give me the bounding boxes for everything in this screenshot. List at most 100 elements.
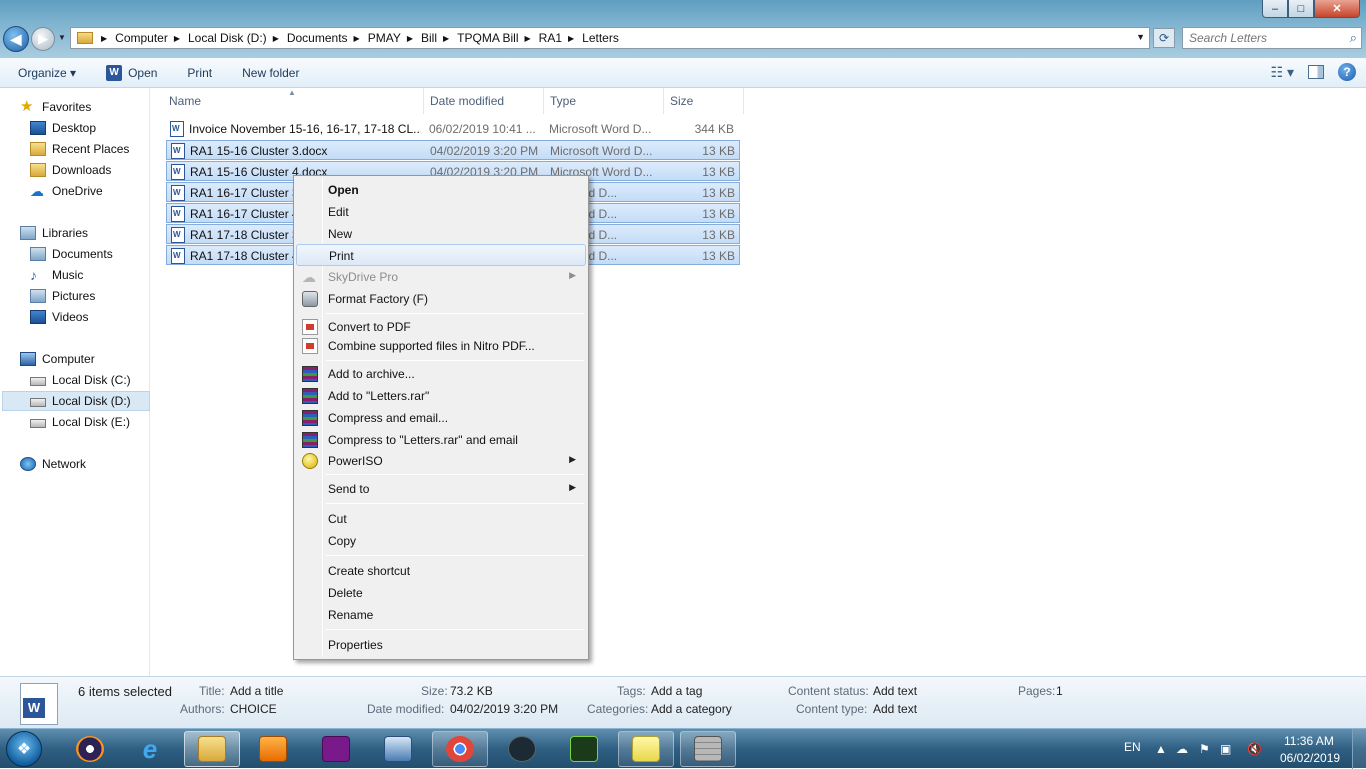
taskbar-firewall-app[interactable]: [680, 731, 736, 767]
column-divider[interactable]: [543, 88, 544, 114]
menu-format-factory[interactable]: Format Factory (F): [296, 288, 586, 310]
menu-poweriso[interactable]: PowerISO ▶: [296, 450, 586, 472]
content-type-value[interactable]: Add text: [873, 702, 917, 716]
close-button[interactable]: ✕: [1314, 0, 1360, 18]
column-divider[interactable]: [423, 88, 424, 114]
taskbar-media-player[interactable]: [245, 731, 301, 767]
menu-open[interactable]: Open: [296, 179, 586, 201]
taskbar-sticky-notes[interactable]: [618, 731, 674, 767]
menu-cut[interactable]: Cut: [296, 508, 586, 530]
breadcrumb-pmay[interactable]: PMAY: [368, 31, 401, 45]
menu-add-to-letters-rar[interactable]: Add to "Letters.rar": [296, 385, 586, 407]
taskbar-stock-app[interactable]: [308, 731, 364, 767]
column-header-size[interactable]: Size: [670, 94, 693, 108]
menu-combine-nitro-pdf[interactable]: Combine supported files in Nitro PDF...: [296, 335, 586, 357]
nav-network[interactable]: Network: [20, 454, 86, 474]
help-icon[interactable]: ?: [1338, 63, 1356, 81]
taskbar-android-studio[interactable]: [556, 731, 612, 767]
show-desktop-button[interactable]: [1352, 729, 1366, 769]
clock-time[interactable]: 11:36 AM: [1284, 734, 1334, 748]
organize-button[interactable]: Organize ▾: [18, 66, 76, 80]
nav-recent-places[interactable]: Recent Places: [30, 139, 129, 159]
preview-pane-icon[interactable]: [1308, 65, 1324, 79]
show-hidden-icons-icon[interactable]: ▲: [1155, 742, 1167, 756]
nav-pictures[interactable]: Pictures: [30, 286, 95, 306]
back-button[interactable]: ◀: [3, 26, 29, 52]
chevron-right-icon[interactable]: ▶: [443, 34, 449, 43]
onedrive-tray-icon[interactable]: ☁: [1176, 742, 1188, 756]
print-button[interactable]: Print: [187, 66, 212, 80]
nav-documents[interactable]: Documents: [30, 244, 113, 264]
column-divider[interactable]: [743, 88, 744, 114]
menu-create-shortcut[interactable]: Create shortcut: [296, 560, 586, 582]
categories-value[interactable]: Add a category: [651, 702, 732, 716]
refresh-button[interactable]: ⟳: [1153, 28, 1175, 48]
breadcrumb-documents[interactable]: Documents: [287, 31, 348, 45]
breadcrumb-local-disk-d[interactable]: Local Disk (D:): [188, 31, 267, 45]
menu-skydrive-pro[interactable]: ☁ SkyDrive Pro ▶: [296, 266, 586, 288]
menu-print[interactable]: Print: [296, 244, 586, 266]
nav-downloads[interactable]: Downloads: [30, 160, 111, 180]
chevron-right-icon[interactable]: ▶: [568, 34, 574, 43]
chevron-right-icon[interactable]: ▶: [174, 34, 180, 43]
menu-compress-rar-and-email[interactable]: Compress to "Letters.rar" and email: [296, 429, 586, 451]
network-tray-icon[interactable]: ▣: [1220, 742, 1231, 756]
menu-properties[interactable]: Properties: [296, 634, 586, 656]
content-status-value[interactable]: Add text: [873, 684, 917, 698]
nav-favorites[interactable]: ★ Favorites: [20, 97, 91, 117]
nav-libraries[interactable]: Libraries: [20, 223, 88, 243]
taskbar-chrome[interactable]: [432, 731, 488, 767]
taskbar-eclipse[interactable]: [62, 731, 118, 767]
chevron-right-icon[interactable]: ▶: [354, 34, 360, 43]
forward-button[interactable]: ▶: [31, 27, 55, 51]
menu-new[interactable]: New: [296, 223, 586, 245]
authors-value[interactable]: CHOICE: [230, 702, 277, 716]
column-header-type[interactable]: Type: [550, 94, 576, 108]
menu-edit[interactable]: Edit: [296, 201, 586, 223]
menu-delete[interactable]: Delete: [296, 582, 586, 604]
file-row[interactable]: Invoice November 15-16, 16-17, 17-18 CL.…: [166, 119, 740, 139]
nav-music[interactable]: ♪ Music: [30, 265, 83, 285]
column-divider[interactable]: [663, 88, 664, 114]
menu-rename[interactable]: Rename: [296, 604, 586, 626]
menu-copy[interactable]: Copy: [296, 530, 586, 552]
change-view-icon[interactable]: ☷ ▾: [1271, 64, 1294, 81]
taskbar-nox[interactable]: [494, 731, 550, 767]
chevron-right-icon[interactable]: ▶: [273, 34, 279, 43]
address-dropdown-icon[interactable]: ▼: [1136, 32, 1145, 42]
tags-value[interactable]: Add a tag: [651, 684, 702, 698]
open-button[interactable]: W Open: [106, 64, 157, 81]
nav-videos[interactable]: Videos: [30, 307, 88, 327]
nav-onedrive[interactable]: ☁ OneDrive: [30, 181, 103, 201]
chevron-right-icon[interactable]: ▶: [101, 34, 107, 43]
nav-computer[interactable]: Computer: [20, 349, 95, 369]
file-row[interactable]: RA1 15-16 Cluster 3.docx 04/02/2019 3:20 …: [166, 140, 740, 160]
recent-pages-dropdown[interactable]: ▼: [58, 33, 66, 42]
nav-desktop[interactable]: Desktop: [30, 118, 96, 138]
search-icon[interactable]: ⌕: [1350, 30, 1357, 46]
new-folder-button[interactable]: New folder: [242, 66, 299, 80]
action-center-flag-icon[interactable]: ⚑: [1199, 742, 1210, 756]
title-value[interactable]: Add a title: [230, 684, 283, 698]
chevron-right-icon[interactable]: ▶: [525, 34, 531, 43]
menu-compress-and-email[interactable]: Compress and email...: [296, 407, 586, 429]
taskbar-internet-explorer[interactable]: e: [122, 731, 178, 767]
clock-date[interactable]: 06/02/2019: [1280, 751, 1340, 765]
search-box[interactable]: ⌕: [1182, 27, 1362, 49]
breadcrumb-computer[interactable]: Computer: [115, 31, 168, 45]
start-button[interactable]: ❖: [6, 731, 42, 767]
nav-local-disk-d[interactable]: Local Disk (D:): [30, 391, 131, 411]
breadcrumb-letters[interactable]: Letters: [582, 31, 619, 45]
nav-local-disk-c[interactable]: Local Disk (C:): [30, 370, 131, 390]
maximize-button[interactable]: □: [1288, 0, 1314, 18]
breadcrumb-bill[interactable]: Bill: [421, 31, 437, 45]
chevron-right-icon[interactable]: ▶: [407, 34, 413, 43]
language-indicator[interactable]: EN: [1124, 740, 1141, 754]
volume-muted-icon[interactable]: 🔇: [1247, 742, 1262, 756]
breadcrumb-tpqma-bill[interactable]: TPQMA Bill: [457, 31, 518, 45]
column-header-name[interactable]: Name: [169, 94, 201, 108]
minimize-button[interactable]: –: [1262, 0, 1288, 18]
nav-local-disk-e[interactable]: Local Disk (E:): [30, 412, 130, 432]
address-bar[interactable]: ▶ Computer ▶ Local Disk (D:) ▶ Documents…: [70, 27, 1150, 49]
breadcrumb-ra1[interactable]: RA1: [539, 31, 562, 45]
